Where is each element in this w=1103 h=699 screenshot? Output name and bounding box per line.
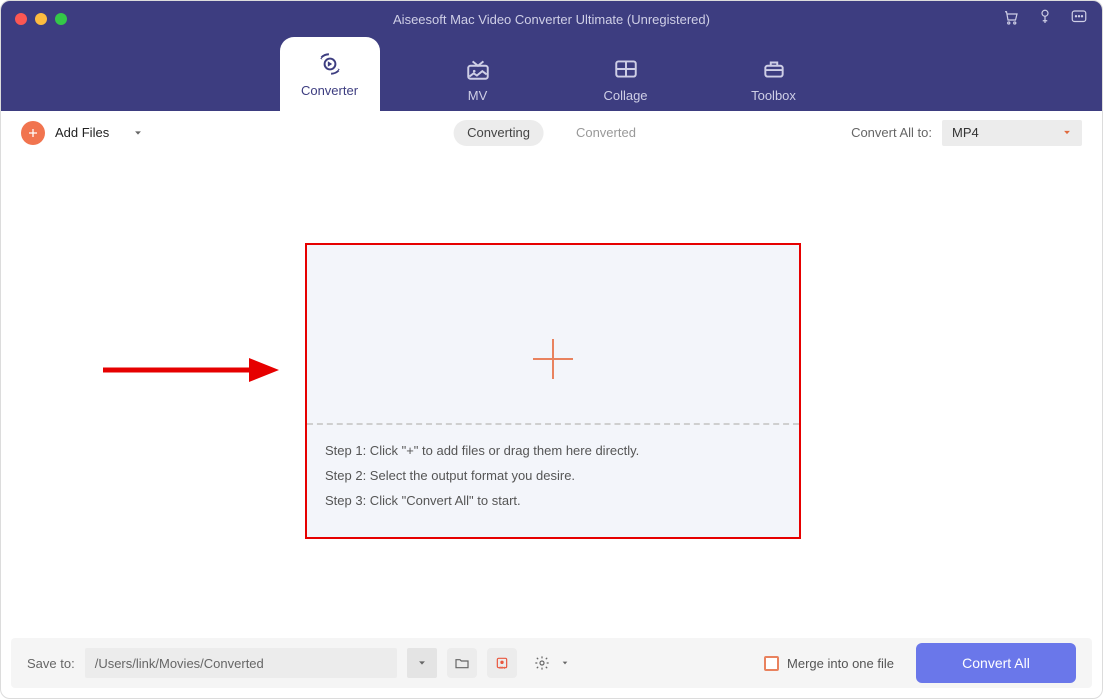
merge-label: Merge into one file: [787, 656, 894, 671]
step-text: Step 2: Select the output format you des…: [325, 468, 781, 483]
tab-toolbox[interactable]: Toolbox: [724, 47, 824, 111]
output-format-select[interactable]: MP4: [942, 120, 1082, 146]
status-tabs: Converting Converted: [453, 120, 650, 146]
app-window: Aiseesoft Mac Video Converter Ultimate (…: [0, 0, 1103, 699]
tab-mv[interactable]: MV: [428, 47, 528, 111]
checkbox-icon: [764, 656, 779, 671]
tab-converter[interactable]: Converter: [280, 37, 380, 111]
add-files-button[interactable]: Add Files: [21, 121, 143, 145]
add-files-dropdown[interactable]: [133, 128, 143, 138]
drop-zone[interactable]: Step 1: Click "+" to add files or drag t…: [305, 243, 801, 539]
divider: [307, 423, 799, 425]
chevron-down-icon: [1062, 125, 1072, 140]
save-path-field[interactable]: /Users/link/Movies/Converted: [85, 648, 397, 678]
main-nav: Converter MV Collage Toolbox: [1, 37, 1102, 111]
cart-icon[interactable]: [1002, 8, 1020, 31]
tab-collage[interactable]: Collage: [576, 47, 676, 111]
merge-checkbox[interactable]: Merge into one file: [764, 656, 894, 671]
settings-group: [527, 648, 569, 678]
tab-converted[interactable]: Converted: [562, 120, 650, 146]
convert-all-label: Convert All: [962, 655, 1030, 671]
drop-plus-icon: [529, 335, 577, 388]
minimize-window-button[interactable]: [35, 13, 47, 25]
tab-label: Toolbox: [751, 88, 796, 103]
tab-label: MV: [468, 88, 488, 103]
tab-converting[interactable]: Converting: [453, 120, 544, 146]
feedback-icon[interactable]: [1070, 8, 1088, 31]
settings-button[interactable]: [527, 648, 557, 678]
plus-icon: [21, 121, 45, 145]
format-selected-value: MP4: [952, 125, 979, 140]
main-area: Step 1: Click "+" to add files or drag t…: [11, 155, 1092, 630]
save-path-value: /Users/link/Movies/Converted: [95, 656, 264, 671]
step-text: Step 1: Click "+" to add files or drag t…: [325, 443, 781, 458]
tab-label: Converter: [301, 83, 358, 98]
settings-dropdown[interactable]: [561, 654, 569, 672]
save-to-label: Save to:: [27, 656, 75, 671]
close-window-button[interactable]: [15, 13, 27, 25]
tab-label: Collage: [603, 88, 647, 103]
titlebar: Aiseesoft Mac Video Converter Ultimate (…: [1, 1, 1102, 37]
annotation-arrow-icon: [101, 350, 281, 390]
toolbar: Add Files Converting Converted Convert A…: [1, 111, 1102, 155]
step-text: Step 3: Click "Convert All" to start.: [325, 493, 781, 508]
convert-all-to-group: Convert All to: MP4: [851, 120, 1082, 146]
convert-all-button[interactable]: Convert All: [916, 643, 1076, 683]
key-icon[interactable]: [1036, 8, 1054, 31]
hw-accel-button[interactable]: ON: [487, 648, 517, 678]
titlebar-right-icons: [1002, 1, 1088, 37]
instructions: Step 1: Click "+" to add files or drag t…: [325, 443, 781, 508]
app-title: Aiseesoft Mac Video Converter Ultimate (…: [1, 12, 1102, 27]
add-files-label: Add Files: [55, 125, 109, 140]
save-path-dropdown[interactable]: [407, 648, 437, 678]
convert-all-to-label: Convert All to:: [851, 125, 932, 140]
open-folder-button[interactable]: [447, 648, 477, 678]
maximize-window-button[interactable]: [55, 13, 67, 25]
window-controls: [1, 13, 67, 25]
svg-text:ON: ON: [499, 665, 505, 670]
bottom-bar: Save to: /Users/link/Movies/Converted ON…: [11, 638, 1092, 688]
